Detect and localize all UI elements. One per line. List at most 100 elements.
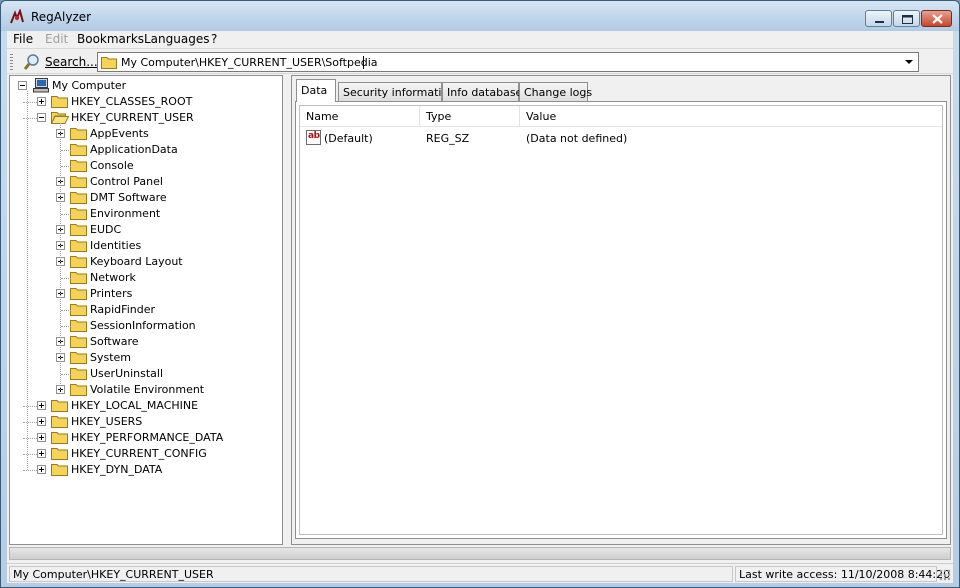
folder-icon (70, 240, 87, 252)
client-area: File Edit Bookmarks Languages ? Search..… (7, 31, 953, 583)
tree-line (23, 422, 37, 423)
folder-icon (70, 336, 87, 348)
bottom-panel-strip[interactable] (9, 547, 951, 560)
folder-icon (51, 464, 68, 476)
tree-node-label: HKEY_LOCAL_MACHINE (71, 399, 199, 412)
status-last-write-panel: Last write access: 11/10/2008 8:44:20 (735, 566, 950, 582)
collapse-icon[interactable] (37, 113, 46, 122)
expand-icon[interactable] (37, 401, 46, 410)
menu-bar: File Edit Bookmarks Languages ? (7, 31, 953, 47)
chevron-down-icon[interactable] (902, 55, 916, 69)
folder-icon (70, 304, 87, 316)
expand-icon[interactable] (37, 449, 46, 458)
status-path-panel: My Computer\HKEY_CURRENT_USER (9, 566, 733, 582)
values-list[interactable]: Name Type Value ab (Default) REG_SZ (Dat… (295, 101, 947, 539)
folder-icon (70, 288, 87, 300)
tree-line (23, 470, 37, 471)
tab-data[interactable]: Data (296, 79, 336, 102)
registry-tree[interactable]: My Computer HKEY_CLASSES_ROOT HKEY_CURRENT… (9, 75, 283, 545)
window-title: RegAlyzer (31, 10, 92, 24)
folder-icon (70, 192, 87, 204)
folder-icon (70, 160, 87, 172)
tree-line (61, 374, 71, 375)
collapse-icon[interactable] (18, 81, 27, 90)
tree-line (61, 278, 71, 279)
tree-node-label: Network (90, 271, 136, 284)
search-button[interactable]: Search... (21, 51, 98, 71)
tree-node-label: Console (90, 159, 134, 172)
tree-node-label: HKEY_CURRENT_CONFIG (71, 447, 207, 460)
minimize-button[interactable] (865, 10, 892, 27)
minimize-icon (875, 21, 884, 23)
folder-icon (70, 320, 87, 332)
tree-node-label: HKEY_CURRENT_USER (71, 111, 194, 124)
tree-line (23, 102, 37, 103)
tree-line (60, 123, 61, 390)
menu-bookmarks[interactable]: Bookmarks (77, 32, 144, 46)
tree-line (61, 310, 71, 311)
title-bar[interactable]: RegAlyzer (1, 1, 959, 31)
text-caret (363, 56, 364, 69)
tree-line (27, 91, 28, 470)
column-name[interactable]: Name (300, 106, 420, 126)
magnifier-icon (23, 54, 39, 70)
tab-security-information[interactable]: Security information (338, 82, 455, 101)
tab-info-database[interactable]: Info database (442, 82, 522, 101)
menu-languages[interactable]: Languages (144, 32, 209, 46)
menu-help[interactable]: ? (211, 32, 217, 46)
folder-icon (51, 96, 68, 108)
tree-node-label: EUDC (90, 223, 122, 236)
values-list-body: Name Type Value ab (Default) REG_SZ (Dat… (299, 105, 943, 535)
pane-splitter[interactable] (284, 75, 290, 545)
tree-node-label: Volatile Environment (90, 383, 205, 396)
column-value[interactable]: Value (520, 106, 942, 126)
toolbar-grip[interactable] (10, 54, 13, 70)
tree-node-label: HKEY_CLASSES_ROOT (71, 95, 193, 108)
menu-file[interactable]: File (13, 32, 33, 46)
tree-line (61, 166, 71, 167)
tree-node-label: UserUninstall (90, 367, 164, 380)
tree-node-label: HKEY_USERS (71, 415, 143, 428)
folder-icon (70, 224, 87, 236)
tree-node-label: My Computer (52, 79, 127, 92)
folder-icon (70, 208, 87, 220)
tree-line (61, 214, 71, 215)
expand-icon[interactable] (37, 433, 46, 442)
folder-icon (70, 144, 87, 156)
close-icon (932, 14, 943, 24)
folder-icon (70, 368, 87, 380)
maximize-button[interactable] (893, 10, 920, 27)
folder-icon (51, 400, 68, 412)
status-path: My Computer\HKEY_CURRENT_USER (13, 568, 214, 581)
tab-change-logs[interactable]: Change logs (519, 82, 592, 101)
search-label: Search... (45, 55, 98, 69)
menu-edit[interactable]: Edit (45, 32, 68, 46)
address-input[interactable]: My Computer\HKEY_CURRENT_USER\Softpedia (121, 56, 378, 69)
close-button[interactable] (921, 10, 952, 27)
tree-line (61, 326, 71, 327)
status-bar: My Computer\HKEY_CURRENT_USER Last write… (7, 563, 953, 583)
toolbar: Search... My Computer\HKEY_CURRENT_USER\… (7, 48, 953, 74)
tree-line (61, 150, 71, 151)
tree-node-label: Software (90, 335, 139, 348)
expand-icon[interactable] (37, 417, 46, 426)
tree-line (23, 438, 37, 439)
folder-icon (51, 448, 68, 460)
regalyzer-app-icon (10, 9, 24, 24)
column-type[interactable]: Type (420, 106, 520, 126)
folder-icon (51, 416, 68, 428)
tree-node-label: System (90, 351, 132, 364)
folder-icon (70, 256, 87, 268)
address-combobox[interactable]: My Computer\HKEY_CURRENT_USER\Softpedia (97, 52, 919, 72)
table-row[interactable]: ab (Default) REG_SZ (Data not defined) (300, 129, 942, 147)
string-value-icon: ab (306, 130, 321, 145)
folder-icon (101, 57, 117, 69)
tree-node-label: HKEY_DYN_DATA (71, 463, 163, 476)
expand-icon[interactable] (37, 465, 46, 474)
value-name: (Default) (324, 132, 373, 145)
tree-node-label: Identities (90, 239, 142, 252)
size-grip[interactable] (939, 569, 951, 581)
tree-node-label: RapidFinder (90, 303, 155, 316)
expand-icon[interactable] (37, 97, 46, 106)
folder-icon (70, 272, 87, 284)
